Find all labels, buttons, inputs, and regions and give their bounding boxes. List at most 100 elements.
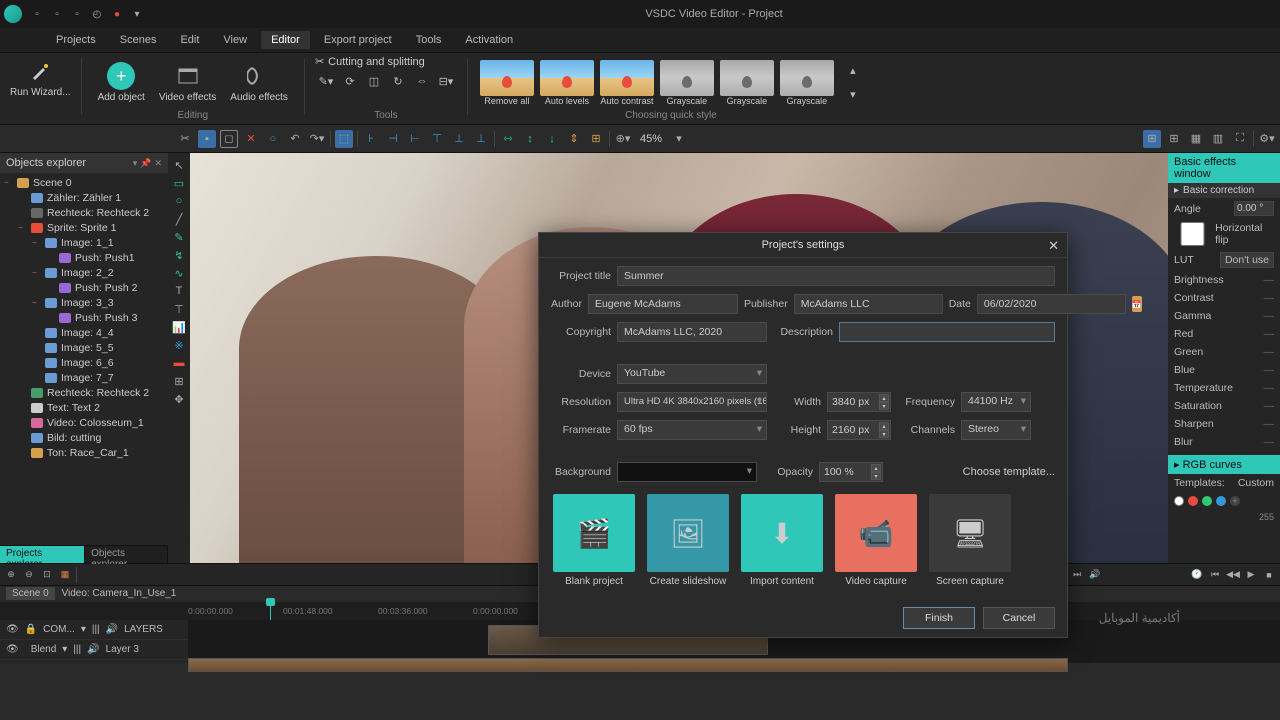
open-icon[interactable]: ▫ [50,7,64,21]
slider-contrast[interactable]: — [1264,292,1275,304]
choose-template-link[interactable]: Choose template... [963,466,1055,478]
tree-row[interactable]: −Sprite: Sprite 1 [0,220,168,235]
video-effects-button[interactable]: Video effects [153,60,222,105]
tl-layers[interactable]: ▦ [58,568,72,582]
grid-tool[interactable]: ⊞ [171,373,187,389]
tree-row[interactable]: −Scene 0 [0,175,168,190]
add-object-button[interactable]: +Add object [92,60,151,105]
finish-button[interactable]: Finish [903,607,975,629]
slider-red[interactable]: — [1264,328,1275,340]
style-grayscale-1[interactable]: Grayscale [658,60,716,106]
template-create-slideshow[interactable]: 🖼Create slideshow [647,494,729,587]
objects-tree[interactable]: −Scene 0Zähler: Zähler 1Rechteck: Rechte… [0,173,168,545]
cancel-button[interactable]: Cancel [983,607,1055,629]
lut-select[interactable]: Don't use [1220,252,1274,268]
tree-row[interactable]: Video: Colosseum_1 [0,415,168,430]
dialog-close-button[interactable]: ✕ [1048,238,1059,254]
zoom-value[interactable]: 45% [636,133,666,145]
move-tool[interactable]: ✥ [171,391,187,407]
save-icon[interactable]: ▫ [70,7,84,21]
rgb-dot-add[interactable]: + [1230,496,1240,506]
tree-row[interactable]: Ton: Race_Car_1 [0,445,168,460]
curve-tool[interactable]: ∿ [171,265,187,281]
cut-icon[interactable]: ✂ [176,130,194,148]
rgb-dot-white[interactable] [1174,496,1184,506]
timeline-clip-2[interactable] [188,658,1068,672]
arrow-both-icon[interactable]: ⇕ [565,130,583,148]
slider-temperature[interactable]: — [1264,382,1275,394]
basic-correction-section[interactable]: ▸Basic correction [1168,183,1280,198]
tool-brush[interactable]: ✎▾ [315,70,337,92]
pin-icon[interactable]: 📌 [140,158,151,169]
tl-plus[interactable]: ⊕ [4,568,18,582]
rgb-dot-blue[interactable] [1216,496,1226,506]
vis-icon[interactable]: 👁 [6,624,19,635]
line-tool[interactable]: ╱ [171,211,187,227]
expand-icon[interactable]: ⛶ [1231,130,1249,148]
slider-gamma[interactable]: — [1264,310,1275,322]
polyline-tool[interactable]: ↯ [171,247,187,263]
opacity-input[interactable]: 100 %▴▾ [819,462,883,482]
slider-green[interactable]: — [1264,346,1275,358]
pen-tool[interactable]: ✎ [171,229,187,245]
grid-1-icon[interactable]: ⊞ [1143,130,1161,148]
framerate-select[interactable]: 60 fps [617,420,767,440]
styles-up[interactable]: ▴ [842,60,864,82]
slider-blue[interactable]: — [1264,364,1275,376]
calendar-icon[interactable]: 📅 [1132,296,1142,312]
panel-close-icon[interactable]: ✕ [154,158,162,169]
circle-icon[interactable]: ○ [264,130,282,148]
tree-row[interactable]: Image: 5_5 [0,340,168,355]
border-icon[interactable]: ◻ [220,130,238,148]
author-input[interactable] [588,294,738,314]
slider-sharpen[interactable]: — [1264,418,1275,430]
rgb-dot-green[interactable] [1202,496,1212,506]
style-grayscale-2[interactable]: Grayscale [718,60,776,106]
project-title-input[interactable] [617,266,1055,286]
tree-row[interactable]: Zähler: Zähler 1 [0,190,168,205]
menu-activation[interactable]: Activation [455,31,523,49]
delete-icon[interactable]: ✕ [242,130,260,148]
height-input[interactable]: 2160 px▴▾ [827,420,891,440]
tree-row[interactable]: −Image: 2_2 [0,265,168,280]
tl-play2[interactable]: ▶ [1244,568,1258,582]
text-tool[interactable]: T [171,283,187,299]
tree-row[interactable]: Text: Text 2 [0,400,168,415]
tl-stop[interactable]: ■ [1262,568,1276,582]
tl-next[interactable]: ⏭ [1070,568,1084,582]
tool-split[interactable]: ⊟▾ [435,70,457,92]
tree-row[interactable]: −Image: 1_1 [0,235,168,250]
vis-icon[interactable]: 👁 [6,644,19,655]
template-blank-project[interactable]: 🎬Blank project [553,494,635,587]
tool-link[interactable]: ⟳ [339,70,361,92]
group-icon[interactable]: ⊞ [587,130,605,148]
angle-input[interactable] [1234,201,1274,216]
redo-icon[interactable]: ↷▾ [308,130,326,148]
template-import-content[interactable]: ⬇Import content [741,494,823,587]
grid-4-icon[interactable]: ▥ [1209,130,1227,148]
tree-row[interactable]: −Image: 3_3 [0,295,168,310]
description-input[interactable] [839,322,1055,342]
tree-row[interactable]: Image: 7_7 [0,370,168,385]
audio-effects-button[interactable]: Audio effects [224,60,294,105]
tab-objects-explorer[interactable]: Objects explorer [85,546,168,563]
pointer-tool[interactable]: ↖ [171,157,187,173]
undo-icon[interactable]: ◴ [90,7,104,21]
track-1-header[interactable]: 👁🔒 COM...▾ |||🔊 LAYERS [0,620,188,640]
menu-view[interactable]: View [213,31,257,49]
template-screen-capture[interactable]: 🖥Screen capture [929,494,1011,587]
tool-rotate[interactable]: ↻ [387,70,409,92]
tree-row[interactable]: Push: Push1 [0,250,168,265]
slider-blur[interactable]: — [1264,436,1275,448]
counter-tool[interactable]: ※ [171,337,187,353]
zoom-dd-icon[interactable]: ▾ [670,130,688,148]
lock-icon[interactable]: 🔒 [25,624,37,635]
rgb-dot-red[interactable] [1188,496,1198,506]
style-auto-contrast[interactable]: Auto contrast [598,60,656,106]
menu-export[interactable]: Export project [314,31,402,49]
ellipse-tool[interactable]: ○ [171,193,187,209]
resolution-select[interactable]: Ultra HD 4K 3840x2160 pixels (16:9) [617,392,767,412]
tl-fit[interactable]: ⊡ [40,568,54,582]
zoom-target-icon[interactable]: ⊕▾ [614,130,632,148]
tool-crop[interactable]: ◫ [363,70,385,92]
